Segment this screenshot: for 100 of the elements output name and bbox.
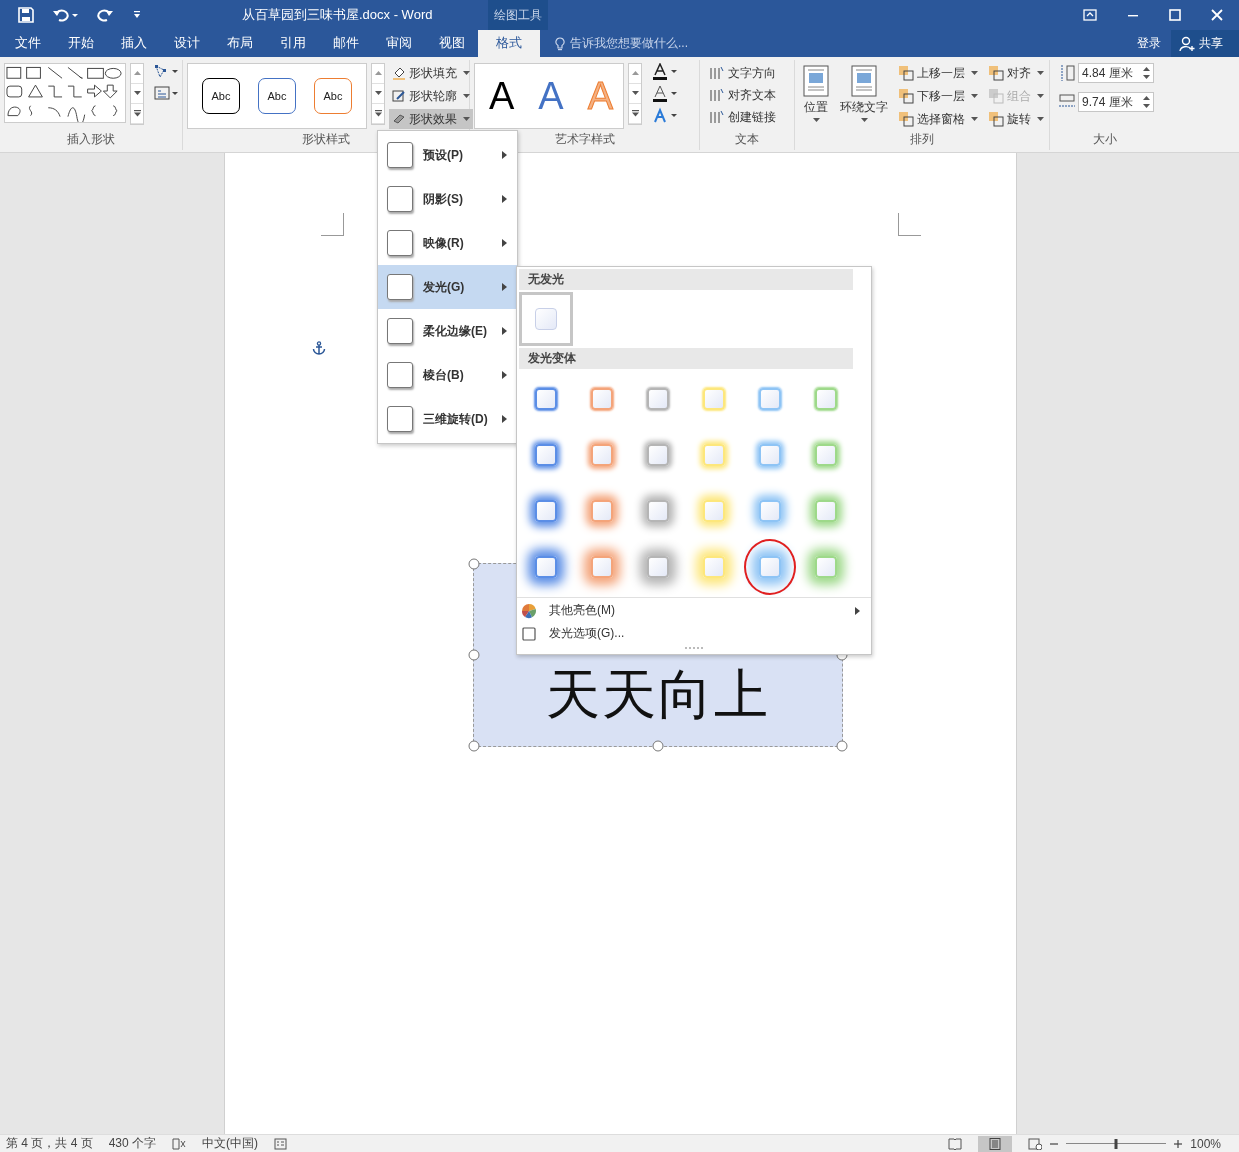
text-command[interactable]: 对齐文本	[706, 85, 779, 105]
text-fill-icon[interactable]	[652, 63, 679, 81]
caret-icon	[971, 70, 978, 76]
menu-item[interactable]: 棱台(B)	[378, 353, 517, 397]
text-outline-icon[interactable]	[652, 85, 679, 103]
redo-icon[interactable]	[96, 7, 114, 23]
style-command-icon	[392, 66, 406, 80]
read-mode-icon[interactable]	[948, 1137, 963, 1150]
sign-in-link[interactable]: 登录	[1137, 35, 1171, 52]
text-command[interactable]: 创建链接	[706, 107, 779, 127]
resize-handle[interactable]	[468, 649, 480, 661]
tell-me-field[interactable]: 告诉我您想要做什么...	[570, 35, 688, 52]
submenu-arrow-icon	[502, 151, 508, 159]
height-field[interactable]: 4.84 厘米	[1078, 63, 1154, 83]
arrange-command[interactable]: 上移一层	[895, 63, 981, 83]
menu-item[interactable]: 映像(R)	[378, 221, 517, 265]
text-box-icon[interactable]	[154, 85, 178, 101]
arrange-command[interactable]: 下移一层	[895, 86, 981, 106]
lightbulb-icon	[555, 36, 565, 51]
submenu-arrow-icon	[855, 606, 861, 615]
ribbon-tab[interactable]: 格式	[478, 30, 540, 57]
menu-item[interactable]: 三维旋转(D)	[378, 397, 517, 441]
proofing-icon[interactable]	[172, 1137, 187, 1150]
page-count[interactable]: 第 4 页，共 4 页	[6, 1135, 93, 1152]
effect-preview-icon	[387, 274, 413, 300]
resize-handle[interactable]	[652, 740, 664, 752]
caret-up-icon	[374, 71, 382, 76]
zoom-level[interactable]: 100%	[1190, 1136, 1221, 1151]
width-field[interactable]: 9.74 厘米	[1078, 92, 1154, 112]
wordart-preset[interactable]: A	[538, 76, 564, 116]
crop-mark	[321, 213, 344, 236]
ribbon-tab[interactable]: 开始	[54, 30, 108, 57]
shape-style-preset[interactable]: Abc	[258, 78, 296, 114]
menu-item[interactable]: 柔化边缘(E)	[378, 309, 517, 353]
context-label: 绘图工具	[488, 0, 548, 30]
ribbon-tab[interactable]: 插入	[107, 30, 161, 57]
text-command-icon	[709, 65, 725, 81]
macro-icon[interactable]	[274, 1137, 289, 1150]
ribbon-tab[interactable]: 布局	[213, 30, 267, 57]
caret-up-icon	[631, 71, 639, 76]
expand-icon	[133, 110, 141, 117]
arrange-large-button[interactable]: 位置	[799, 63, 833, 125]
web-layout-icon[interactable]	[1028, 1137, 1043, 1150]
arrange-command-icon	[898, 111, 914, 127]
zoom-slider-thumb[interactable]	[1114, 1138, 1118, 1149]
crop-mark	[898, 213, 921, 236]
arrange-large-button[interactable]: 环绕文字	[837, 63, 891, 125]
edit-shape-icon[interactable]	[154, 63, 178, 79]
arrange-command[interactable]: 对齐	[985, 63, 1047, 83]
zoom-in-icon[interactable]	[1174, 1139, 1183, 1148]
close-icon[interactable]	[1211, 9, 1223, 21]
spinner-icon[interactable]	[1143, 96, 1150, 108]
shape-style-command[interactable]: 形状填充	[389, 63, 473, 83]
wordart-preset[interactable]: A	[489, 76, 515, 116]
arrange-command[interactable]: 旋转	[985, 109, 1047, 129]
text-effects-icon[interactable]	[652, 107, 679, 125]
language-status[interactable]: 中文(中国)	[202, 1135, 259, 1152]
menu-item[interactable]: 预设(P)	[378, 133, 517, 177]
ribbon-tab[interactable]: 视图	[425, 30, 479, 57]
ribbon-tab[interactable]: 设计	[160, 30, 214, 57]
word-count[interactable]: 430 个字	[108, 1135, 157, 1152]
shape-style-preset[interactable]: Abc	[202, 78, 240, 114]
no-glow-option[interactable]	[519, 292, 573, 346]
customize-icon[interactable]	[132, 10, 142, 20]
maximize-icon[interactable]	[1169, 9, 1181, 21]
shape-style-command[interactable]: 形状效果	[389, 109, 473, 129]
caret-icon	[1037, 116, 1044, 122]
effect-preview-icon	[387, 230, 413, 256]
undo-icon[interactable]	[52, 7, 78, 23]
more-colors-item[interactable]: 其他亮色(M)	[517, 599, 871, 622]
group-label: 文本	[734, 131, 760, 148]
resize-handle[interactable]	[836, 740, 848, 752]
ribbon-tab[interactable]: 审阅	[372, 30, 426, 57]
ribbon-tab[interactable]: 邮件	[319, 30, 373, 57]
ribbon-display-icon[interactable]	[1083, 9, 1097, 21]
spinner-icon[interactable]	[1143, 67, 1150, 79]
resize-handle[interactable]	[468, 740, 480, 752]
shape-style-command[interactable]: 形状轮廓	[389, 86, 473, 106]
ribbon-tab[interactable]: 文件	[0, 30, 55, 57]
group-label: 插入形状	[66, 131, 116, 148]
menu-item[interactable]: 阴影(S)	[378, 177, 517, 221]
shape-gallery-drawing[interactable]	[4, 63, 126, 123]
text-command-icon	[709, 109, 725, 125]
glow-variant[interactable]	[742, 539, 798, 595]
caret-icon	[463, 70, 470, 76]
save-icon[interactable]	[18, 7, 34, 23]
caret-icon	[463, 93, 470, 99]
print-layout-icon	[988, 1137, 1003, 1150]
ribbon-tab[interactable]: 引用	[266, 30, 320, 57]
caret-icon	[860, 118, 868, 123]
arrange-command[interactable]: 选择窗格	[895, 109, 981, 129]
print-layout-button[interactable]	[978, 1135, 1013, 1152]
group-label: 艺术字样式	[553, 131, 616, 148]
resize-handle[interactable]	[468, 558, 480, 570]
person-icon	[1179, 35, 1195, 52]
share-button[interactable]: 共享	[1171, 30, 1239, 57]
caret-down-icon	[374, 91, 382, 96]
shape-style-preset[interactable]: Abc	[314, 78, 352, 114]
menu-item[interactable]: 发光(G)	[378, 265, 517, 309]
text-command[interactable]: 文字方向	[706, 63, 779, 83]
